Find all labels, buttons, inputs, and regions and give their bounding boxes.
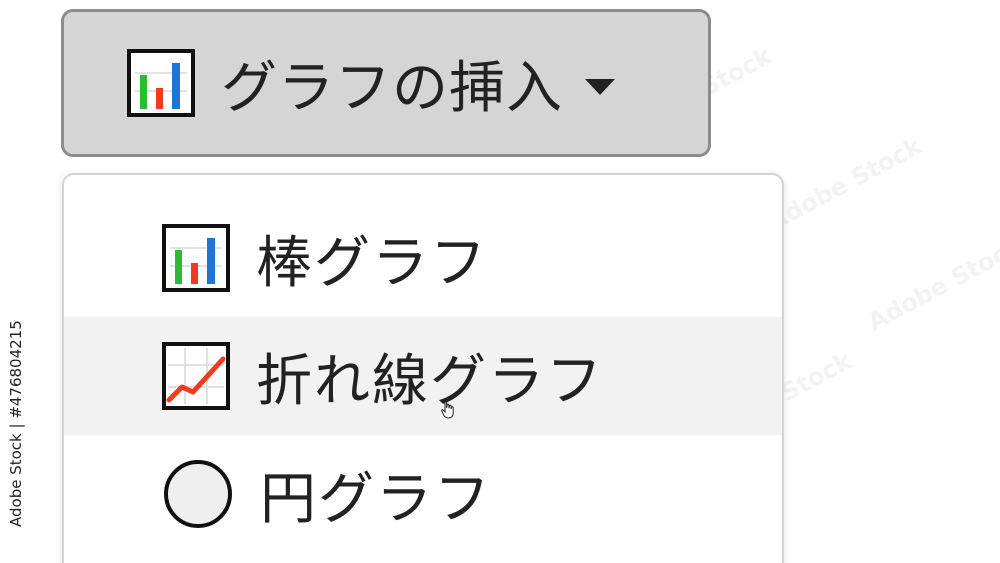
insert-chart-label: グラフの挿入	[221, 55, 563, 121]
chart-type-dropdown[interactable]: 棒グラフ 折れ線グラフ 円グラフ	[62, 173, 784, 563]
menu-item-label: 円グラフ	[260, 466, 492, 532]
watermark-text: Adobe Stock	[863, 231, 1000, 337]
bar-chart-icon	[127, 49, 195, 117]
menu-item-label: 折れ線グラフ	[256, 348, 604, 414]
hand-cursor-icon	[441, 401, 455, 419]
line-chart-icon	[162, 342, 230, 410]
chart-insert-screen: Adobe Stock Adobe Stock Adobe Stock Adob…	[0, 0, 1000, 563]
menu-item-line-chart[interactable]: 折れ線グラフ	[64, 317, 782, 435]
caret-down-icon	[585, 79, 615, 95]
stock-credit: Adobe Stock | #476804215	[7, 320, 25, 527]
menu-item-bar-chart[interactable]: 棒グラフ	[64, 199, 782, 317]
bar-chart-icon	[162, 224, 230, 292]
insert-chart-button[interactable]: グラフの挿入	[61, 9, 711, 157]
pie-chart-icon	[162, 458, 234, 530]
watermark-text: Adobe Stock	[763, 131, 927, 237]
menu-item-label: 棒グラフ	[256, 230, 488, 296]
menu-item-pie-chart[interactable]: 円グラフ	[64, 435, 782, 553]
